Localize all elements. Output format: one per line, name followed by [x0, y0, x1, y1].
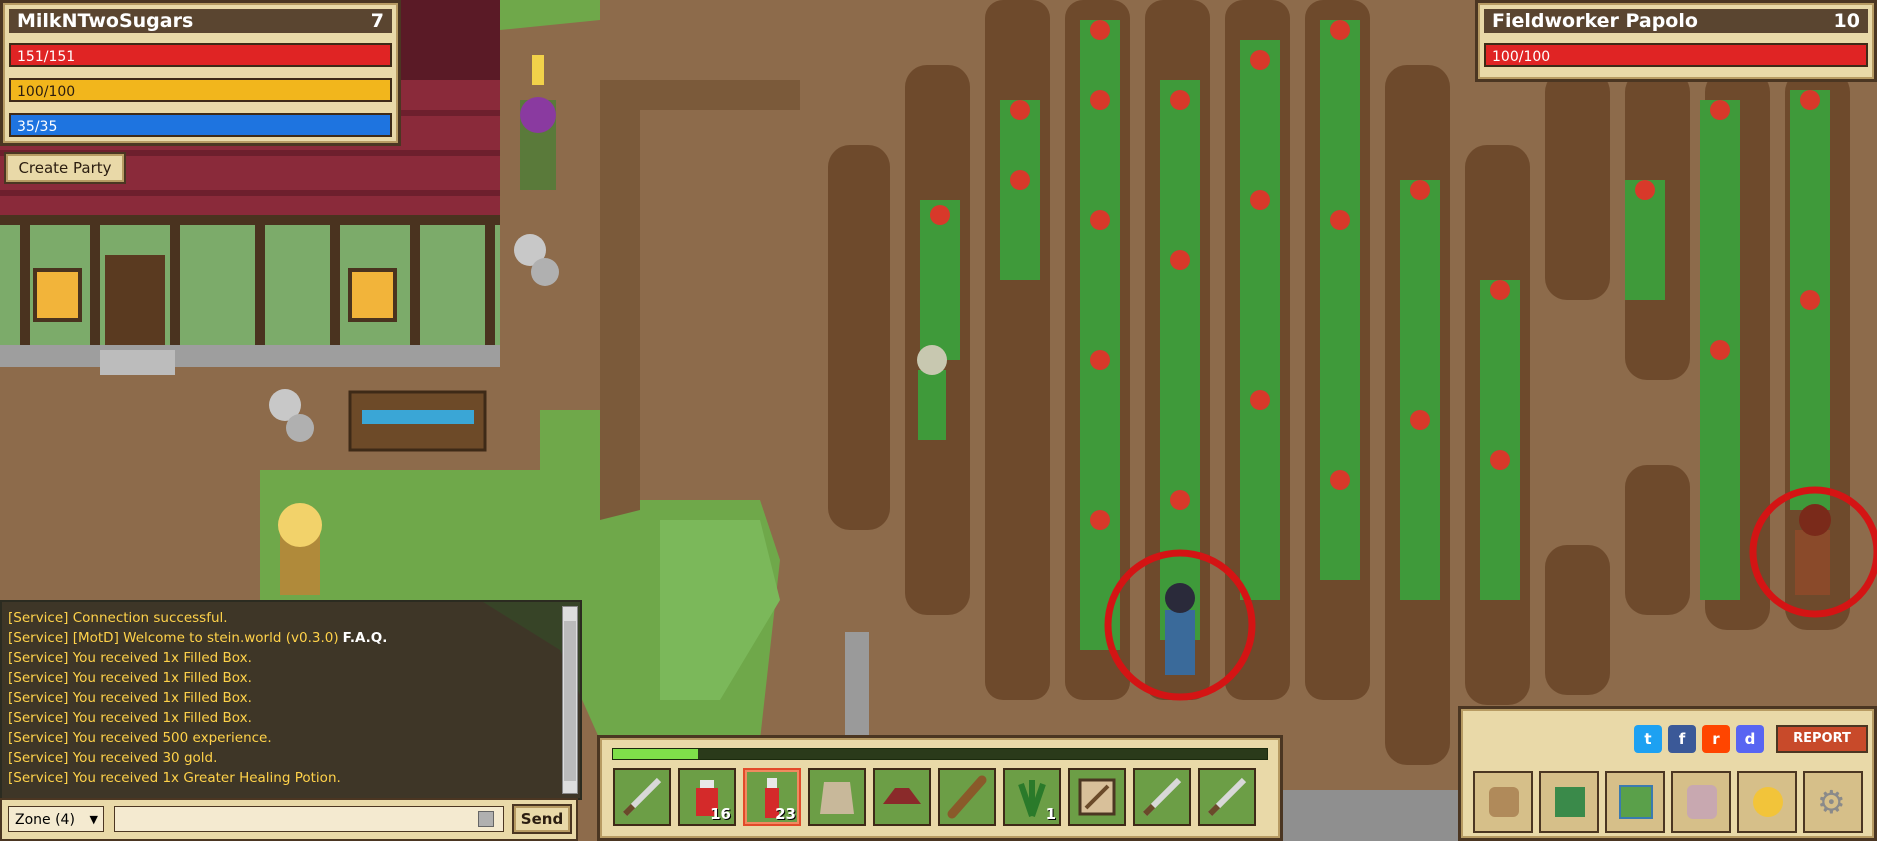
- chat-line: [Service] [MotD] Welcome to stein.world …: [8, 630, 388, 646]
- player-stamina-text: 100/100: [17, 84, 76, 100]
- hotbar-slot-1[interactable]: [613, 768, 671, 826]
- create-party-button[interactable]: Create Party: [4, 152, 126, 184]
- gold-coins-icon: [1753, 787, 1783, 817]
- sword-icon: [1207, 777, 1247, 817]
- hotbar-slot-3[interactable]: 23: [743, 768, 801, 826]
- hotbar-slot-7[interactable]: 1: [1003, 768, 1061, 826]
- experience-fill: [613, 749, 699, 759]
- hotbar-slot-9[interactable]: [1133, 768, 1191, 826]
- chat-scrollbar-thumb[interactable]: [564, 621, 576, 781]
- reddit-icon[interactable]: r: [1702, 725, 1730, 753]
- wooden-club-icon: [947, 775, 987, 819]
- chat-line: [Service] You received 30 gold.: [8, 750, 218, 766]
- chat-line: [Service] Connection successful.: [8, 610, 228, 626]
- npc-blonde-girl[interactable]: [278, 503, 322, 595]
- chat-line: [Service] You received 1x Filled Box.: [8, 670, 252, 686]
- pickaxe-icon: [1078, 778, 1116, 816]
- chat-log[interactable]: [Service] Connection successful. [Servic…: [0, 600, 582, 800]
- player-mana-bar: 35/35: [9, 113, 392, 137]
- chevron-down-icon: ▼: [89, 813, 98, 826]
- target-fieldworker-papolo[interactable]: [1795, 504, 1831, 595]
- tunic-armor-icon: [820, 782, 854, 814]
- target-frame: Fieldworker Papolo 10 100/100: [1475, 0, 1877, 82]
- chat-line: [Service] You received 1x Filled Box.: [8, 650, 252, 666]
- target-hp-bar: 100/100: [1484, 43, 1868, 67]
- experience-bar: [612, 748, 1268, 760]
- player-level: 7: [370, 10, 384, 32]
- emoji-picker-icon[interactable]: [478, 811, 494, 827]
- chat-scrollbar[interactable]: [562, 606, 578, 794]
- main-menu-panel: t f r d REPORT ⚙: [1458, 706, 1877, 841]
- quest-book-icon: [1555, 787, 1585, 817]
- chat-line: [Service] You received 1x Filled Box.: [8, 710, 252, 726]
- character-armor-icon: [1687, 785, 1717, 819]
- report-label: REPORT: [1793, 731, 1851, 746]
- sword-icon: [1142, 777, 1182, 817]
- player-hp-bar: 151/151: [9, 43, 392, 67]
- hotbar-slot-6[interactable]: [938, 768, 996, 826]
- discord-icon[interactable]: d: [1736, 725, 1764, 753]
- chat-channel-value: Zone (4): [15, 812, 75, 828]
- player-frame: MilkNTwoSugars 7 151/151 100/100 35/35: [0, 0, 401, 146]
- hotbar-slot-8[interactable]: [1068, 768, 1126, 826]
- chat-line: [Service] You received 1x Greater Healin…: [8, 770, 341, 786]
- hotbar: 16 23 1: [597, 735, 1283, 841]
- hotbar-slot-5[interactable]: [873, 768, 931, 826]
- hotbar-slot-2[interactable]: 16: [678, 768, 736, 826]
- player-character[interactable]: [1165, 583, 1195, 675]
- player-hp-text: 151/151: [17, 49, 76, 65]
- send-button[interactable]: Send: [512, 804, 572, 834]
- twitter-icon[interactable]: t: [1634, 725, 1662, 753]
- settings-button[interactable]: ⚙: [1803, 771, 1863, 833]
- inventory-button[interactable]: [1473, 771, 1533, 833]
- target-name-bar: Fieldworker Papolo 10: [1484, 9, 1868, 33]
- player-stamina-bar: 100/100: [9, 78, 392, 102]
- player-mana-fill: [11, 115, 390, 135]
- character-button[interactable]: [1671, 771, 1731, 833]
- target-name: Fieldworker Papolo: [1492, 10, 1698, 32]
- faq-link[interactable]: F.A.Q.: [343, 630, 388, 646]
- player-name: MilkNTwoSugars: [17, 10, 194, 32]
- inventory-bag-icon: [1489, 787, 1519, 817]
- hat-icon: [883, 788, 921, 804]
- chat-input-row: Zone (4) ▼ Send: [0, 798, 578, 841]
- world-map-button[interactable]: [1605, 771, 1665, 833]
- settings-gear-icon: ⚙: [1817, 783, 1846, 821]
- map-icon: [1619, 785, 1653, 819]
- hotbar-slot-10[interactable]: [1198, 768, 1256, 826]
- facebook-icon[interactable]: f: [1668, 725, 1696, 753]
- chat-channel-select[interactable]: Zone (4) ▼: [8, 806, 104, 832]
- target-hp-text: 100/100: [1492, 49, 1551, 65]
- npc-grey-hair[interactable]: [917, 345, 947, 440]
- gold-button[interactable]: [1737, 771, 1797, 833]
- chat-line: [Service] You received 500 experience.: [8, 730, 272, 746]
- chat-line: [Service] You received 1x Filled Box.: [8, 690, 252, 706]
- player-name-bar: MilkNTwoSugars 7: [9, 9, 392, 33]
- sword-icon: [622, 777, 662, 817]
- quest-log-button[interactable]: [1539, 771, 1599, 833]
- hotbar-slot-4[interactable]: [808, 768, 866, 826]
- report-button[interactable]: REPORT: [1776, 725, 1868, 753]
- target-level: 10: [1833, 10, 1860, 32]
- chat-message-input[interactable]: [114, 806, 504, 832]
- player-mana-text: 35/35: [17, 119, 58, 135]
